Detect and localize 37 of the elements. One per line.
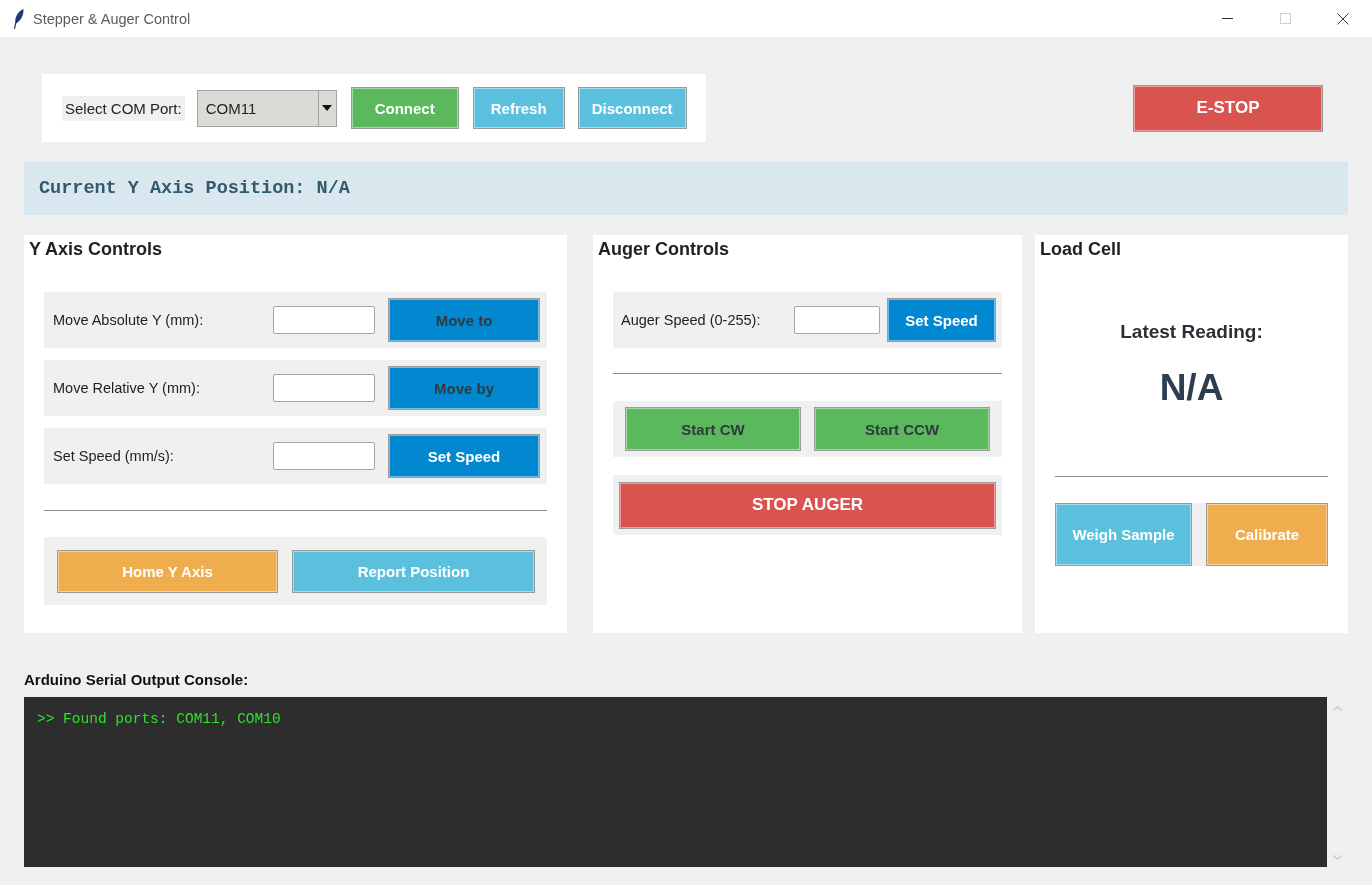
disconnect-button[interactable]: Disconnect — [577, 87, 687, 129]
minimize-icon — [1221, 18, 1233, 19]
maximize-icon — [1279, 13, 1291, 24]
reading-value: N/A — [1159, 367, 1224, 408]
close-icon — [1337, 12, 1349, 25]
console-line: >> Found ports: COM11, COM10 — [37, 711, 281, 727]
panel-title: Auger Controls — [598, 239, 729, 259]
input-field[interactable] — [794, 306, 880, 334]
refresh-button[interactable]: Refresh — [472, 87, 565, 129]
home-button[interactable]: Home Y Axis — [57, 549, 278, 593]
window-title: Stepper & Auger Control — [33, 10, 191, 27]
caret-icon[interactable] — [322, 105, 333, 111]
field-label: Set Speed (mm/s): — [53, 448, 174, 464]
set-speed-button[interactable]: Set Speed — [388, 434, 540, 478]
panel-title: Y Axis Controls — [29, 239, 163, 259]
chevron-down-icon[interactable] — [1333, 855, 1342, 860]
reading-label: Latest Reading: — [1120, 321, 1263, 342]
connect-button[interactable]: Connect — [350, 87, 459, 129]
port-dropdown[interactable]: COM11 — [196, 89, 337, 127]
panel-title: Load Cell — [1040, 239, 1121, 259]
set-speed-button[interactable]: Set Speed — [887, 298, 996, 342]
feather-icon — [13, 8, 24, 29]
weigh-sample-button[interactable]: Weigh Sample — [1055, 503, 1192, 566]
e-stop-button[interactable]: E-STOP — [1133, 84, 1323, 132]
console-label: Arduino Serial Output Console: — [24, 671, 249, 688]
com-port-label: Select COM Port: — [62, 95, 185, 121]
report-position-button[interactable]: Report Position — [292, 549, 535, 593]
field-label: Auger Speed (0-255): — [621, 312, 761, 328]
calibrate-button[interactable]: Calibrate — [1206, 503, 1328, 566]
chevron-up-icon[interactable] — [1333, 706, 1342, 711]
stop-auger-button[interactable]: STOP AUGER — [619, 481, 996, 529]
field-label: Move Absolute Y (mm): — [53, 312, 204, 328]
input-field[interactable] — [273, 442, 375, 470]
input-field[interactable] — [273, 306, 375, 334]
position-readout: Current Y Axis Position: N/A — [39, 178, 350, 199]
input-field[interactable] — [273, 374, 375, 402]
field-label: Move Relative Y (mm): — [53, 380, 200, 396]
